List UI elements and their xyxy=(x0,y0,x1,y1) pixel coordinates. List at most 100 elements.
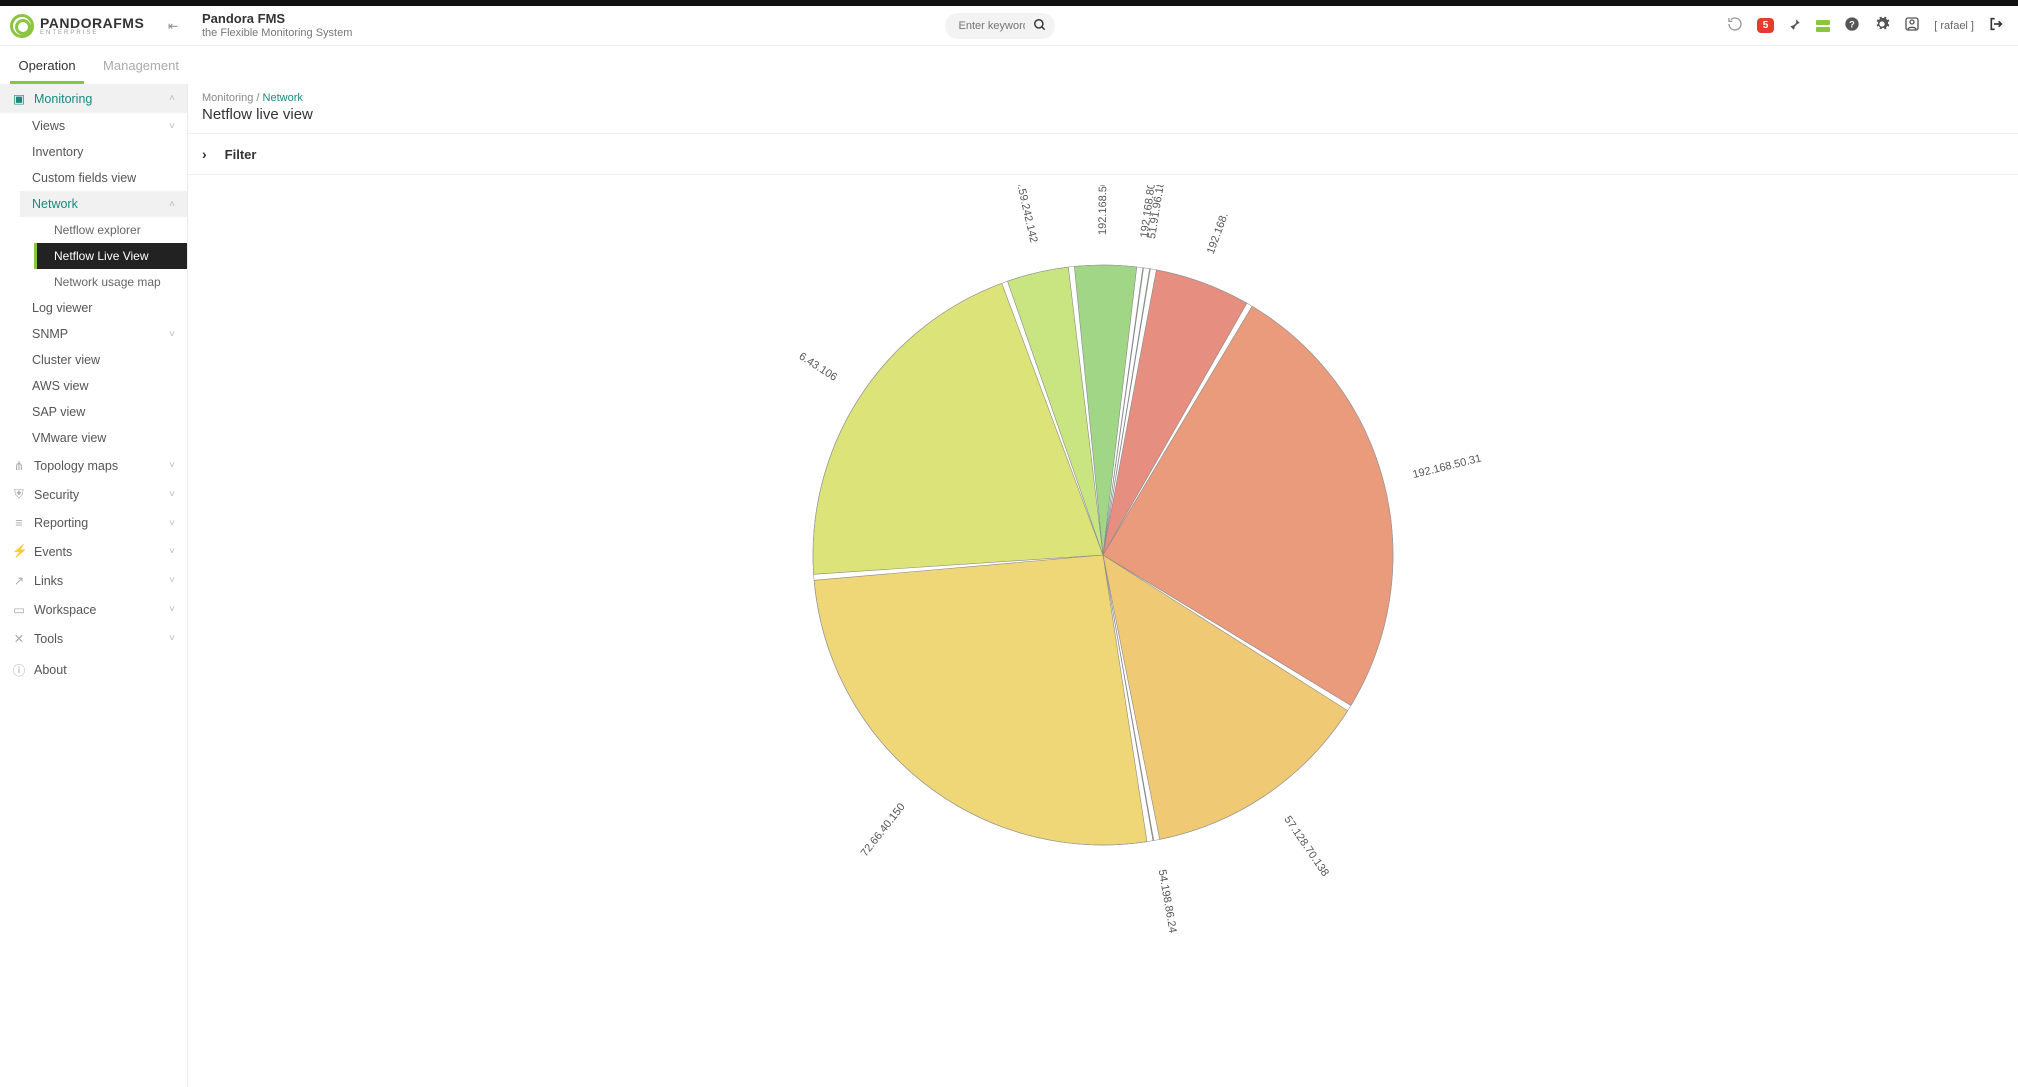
search-icon[interactable] xyxy=(1033,18,1047,35)
sidebar-item-label: Reporting xyxy=(34,516,88,530)
sidebar-item-events[interactable]: ⚡ Events ˅ xyxy=(0,537,187,566)
pin-icon[interactable] xyxy=(1788,17,1802,35)
chevron-down-icon: ˅ xyxy=(169,329,175,340)
sidebar-item-cluster[interactable]: Cluster view xyxy=(20,347,187,373)
sidebar-item-label: AWS view xyxy=(32,379,89,393)
tab-management[interactable]: Management xyxy=(94,46,188,84)
gear-icon[interactable] xyxy=(1874,16,1890,36)
sidebar-item-label: About xyxy=(34,663,67,677)
sidebar-item-security[interactable]: ⛨ Security ˅ xyxy=(0,480,187,509)
reporting-icon: ≡ xyxy=(12,516,26,530)
filter-toggle[interactable]: › Filter xyxy=(188,134,2018,175)
tools-icon: ✕ xyxy=(12,631,26,646)
sidebar-item-label: Topology maps xyxy=(34,459,118,473)
sidebar-item-label: Monitoring xyxy=(34,92,92,106)
sidebar-item-label: Netflow explorer xyxy=(54,223,141,237)
app-title: Pandora FMS xyxy=(202,11,352,27)
sidebar-item-label: Network usage map xyxy=(54,275,161,289)
sidebar-tabs: Operation Management xyxy=(0,46,188,84)
help-icon[interactable]: ? xyxy=(1844,16,1860,36)
logo-text: PANDORAFMS ENTERPRISE xyxy=(40,16,144,36)
chevron-up-icon: ˄ xyxy=(169,199,175,210)
events-icon: ⚡ xyxy=(12,544,26,559)
sidebar-item-netflow-live[interactable]: Netflow Live View xyxy=(34,243,187,269)
pie-slice-label: 192.168.50.2 xyxy=(1097,185,1110,235)
sidebar-item-reporting[interactable]: ≡ Reporting ˅ xyxy=(0,509,187,537)
header-actions: 5 ? [ rafael ] xyxy=(1713,16,2018,36)
sidebar-item-label: Links xyxy=(34,574,63,588)
breadcrumb-sep: / xyxy=(253,92,262,104)
netflow-pie-chart[interactable]: 192.168.192.168.50.3157.128.70.13854.198… xyxy=(673,185,1533,945)
sidebar-item-aws[interactable]: AWS view xyxy=(20,373,187,399)
sidebar-item-label: SNMP xyxy=(32,327,68,341)
refresh-icon[interactable] xyxy=(1727,16,1743,36)
sidebar-item-network[interactable]: Network ˄ xyxy=(20,191,187,217)
info-icon: ⓘ xyxy=(12,660,26,679)
sidebar-item-tools[interactable]: ✕ Tools ˅ xyxy=(0,624,187,653)
header: PANDORAFMS ENTERPRISE ⇤ Pandora FMS the … xyxy=(0,6,2018,46)
sidebar-item-views[interactable]: Views ˅ xyxy=(20,113,187,139)
app-subtitle: the Flexible Monitoring System xyxy=(202,27,352,40)
sidebar-item-workspace[interactable]: ▭ Workspace ˅ xyxy=(0,595,187,624)
chevron-down-icon: ˅ xyxy=(169,489,175,500)
chevron-down-icon: ˅ xyxy=(169,121,175,132)
status-squares-icon[interactable] xyxy=(1816,20,1830,32)
pie-slice-label: 146.59.242.142 xyxy=(1011,185,1040,244)
sidebar-item-network-usage[interactable]: Network usage map xyxy=(34,269,187,295)
filter-label: Filter xyxy=(225,147,257,162)
sidebar-item-label: VMware view xyxy=(32,431,106,445)
sidebar-item-log-viewer[interactable]: Log viewer xyxy=(20,295,187,321)
sidebar-item-label: Workspace xyxy=(34,603,96,617)
chart-area: 192.168.192.168.50.3157.128.70.13854.198… xyxy=(188,175,2018,1087)
sidebar-item-netflow-explorer[interactable]: Netflow explorer xyxy=(34,217,187,243)
breadcrumb: Monitoring / Network xyxy=(188,84,2018,106)
logout-icon[interactable] xyxy=(1988,16,2004,36)
main-content: Monitoring / Network Netflow live view ›… xyxy=(188,84,2018,1087)
pie-slice-label: 54.198.86.24 xyxy=(1156,869,1179,934)
breadcrumb-leaf[interactable]: Network xyxy=(263,92,303,104)
sidebar-item-vmware[interactable]: VMware view xyxy=(20,425,187,451)
topology-icon: ⋔ xyxy=(12,458,26,473)
chevron-right-icon: › xyxy=(202,146,207,162)
chevron-down-icon: ˅ xyxy=(169,604,175,615)
search-zone xyxy=(945,13,1055,39)
sidebar-item-label: Log viewer xyxy=(32,301,92,315)
user-name-label[interactable]: [ rafael ] xyxy=(1934,20,1974,32)
sidebar-item-snmp[interactable]: SNMP ˅ xyxy=(20,321,187,347)
sidebar-item-label: Inventory xyxy=(32,145,83,159)
sidebar-network-submenu: Netflow explorer Netflow Live View Netwo… xyxy=(20,217,187,295)
sidebar-section-monitoring[interactable]: ▣ Monitoring ˄ xyxy=(0,84,187,113)
page-title: Netflow live view xyxy=(188,106,2018,134)
pie-slice-label: 192.168. xyxy=(1205,211,1231,255)
sidebar-item-sap[interactable]: SAP view xyxy=(20,399,187,425)
breadcrumb-root[interactable]: Monitoring xyxy=(202,92,253,104)
pie-slice-label: 57.128.70.138 xyxy=(1281,814,1331,879)
links-icon: ↗ xyxy=(12,573,26,588)
notification-badge[interactable]: 5 xyxy=(1757,18,1775,33)
user-icon[interactable] xyxy=(1904,16,1920,36)
logo-line1: PANDORAFMS xyxy=(40,16,144,30)
svg-text:?: ? xyxy=(1849,19,1855,29)
sidebar-item-custom-fields[interactable]: Custom fields view xyxy=(20,165,187,191)
app-title-zone: Pandora FMS the Flexible Monitoring Syst… xyxy=(188,11,366,40)
sidebar-collapse-button[interactable]: ⇤ xyxy=(168,19,178,33)
chevron-down-icon: ˅ xyxy=(169,546,175,557)
tab-operation[interactable]: Operation xyxy=(0,46,94,84)
sidebar-item-label: Events xyxy=(34,545,72,559)
workspace-icon: ▭ xyxy=(12,602,26,617)
sidebar-item-topology[interactable]: ⋔ Topology maps ˅ xyxy=(0,451,187,480)
chevron-down-icon: ˅ xyxy=(169,518,175,529)
shield-icon: ⛨ xyxy=(12,487,26,502)
chevron-down-icon: ˅ xyxy=(169,633,175,644)
sidebar-item-inventory[interactable]: Inventory xyxy=(20,139,187,165)
pie-slice[interactable] xyxy=(814,555,1147,845)
sidebar: ▣ Monitoring ˄ Views ˅ Inventory Custom … xyxy=(0,84,188,1087)
sidebar-item-label: Views xyxy=(32,119,65,133)
sidebar-item-about[interactable]: ⓘ About xyxy=(0,653,187,686)
sidebar-item-links[interactable]: ↗ Links ˅ xyxy=(0,566,187,595)
logo-line2: ENTERPRISE xyxy=(40,30,144,36)
monitor-icon: ▣ xyxy=(12,91,26,106)
sidebar-item-label: Custom fields view xyxy=(32,171,136,185)
chevron-down-icon: ˅ xyxy=(169,460,175,471)
sidebar-item-label: Network xyxy=(32,197,78,211)
